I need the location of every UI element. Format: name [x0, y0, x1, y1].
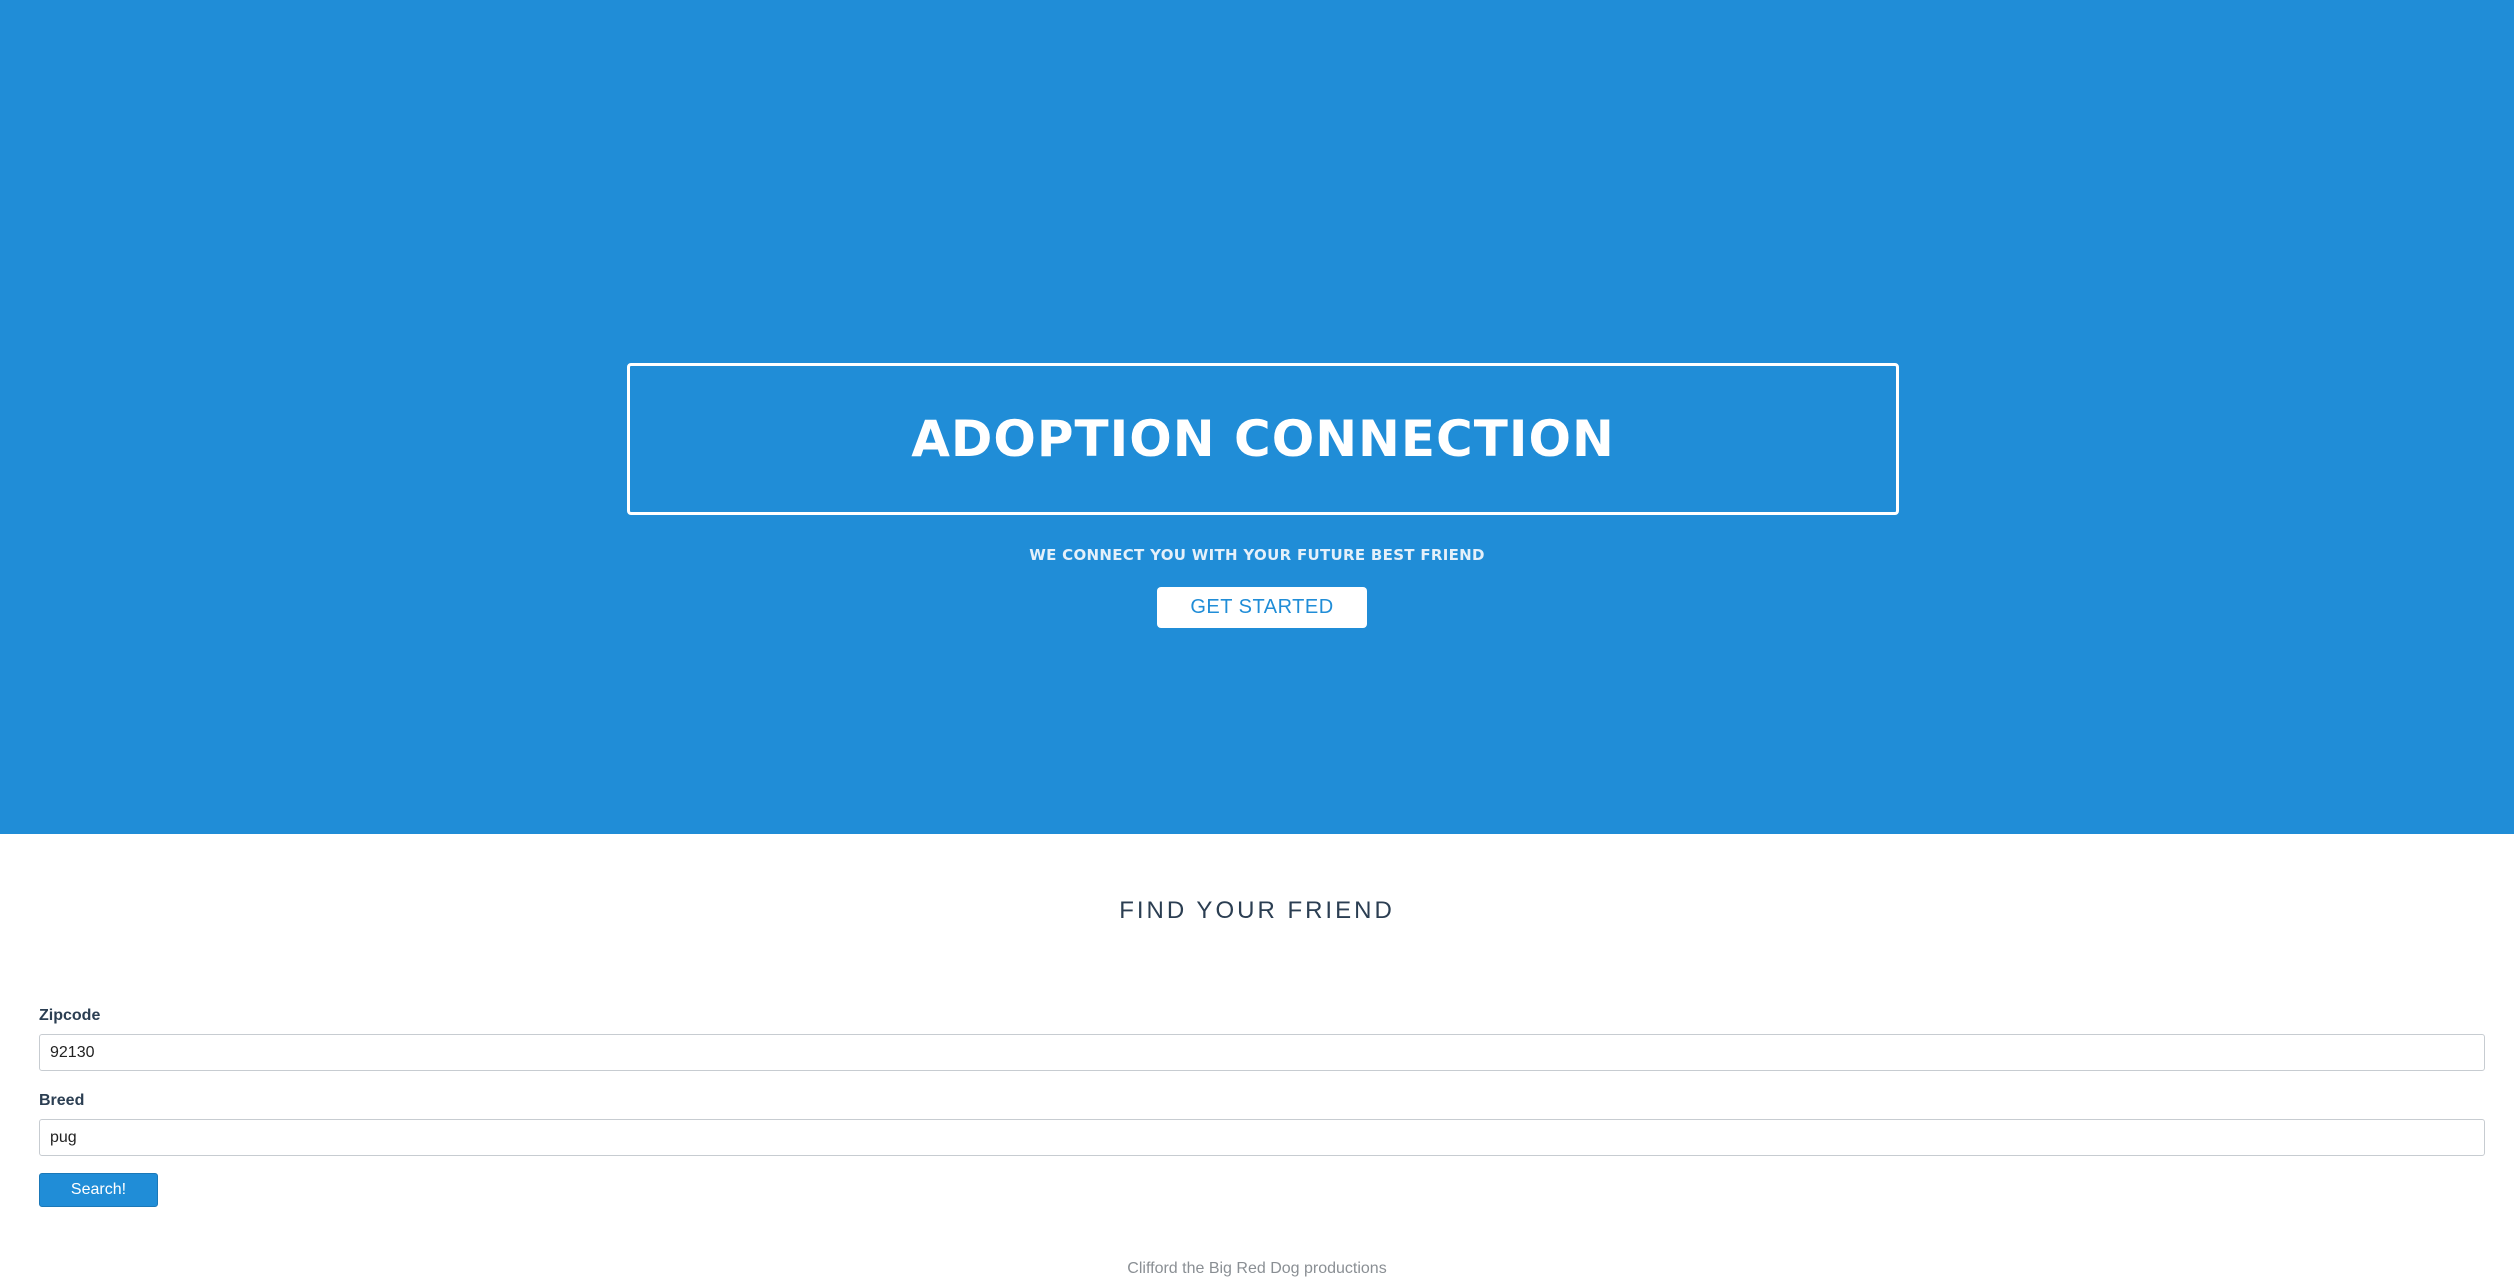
- breed-value: pug: [50, 1128, 77, 1146]
- footer-credit: Clifford the Big Red Dog productions: [1127, 1260, 1387, 1277]
- site-title: ADOPTION CONNECTION: [911, 410, 1615, 468]
- get-started-button[interactable]: GET STARTED: [1157, 587, 1367, 628]
- zipcode-label: Zipcode: [39, 1007, 101, 1024]
- breed-input[interactable]: pug: [39, 1119, 2485, 1156]
- find-friend-heading: FIND YOUR FRIEND: [1119, 897, 1395, 924]
- breed-label: Breed: [39, 1092, 85, 1109]
- tagline: WE CONNECT YOU WITH YOUR FUTURE BEST FRI…: [1029, 546, 1485, 564]
- search-button[interactable]: Search!: [39, 1173, 158, 1207]
- zipcode-input[interactable]: 92130: [39, 1034, 2485, 1071]
- zipcode-value: 92130: [50, 1043, 95, 1061]
- hero-section: ADOPTION CONNECTION WE CONNECT YOU WITH …: [0, 0, 2514, 834]
- title-box: ADOPTION CONNECTION: [627, 363, 1899, 515]
